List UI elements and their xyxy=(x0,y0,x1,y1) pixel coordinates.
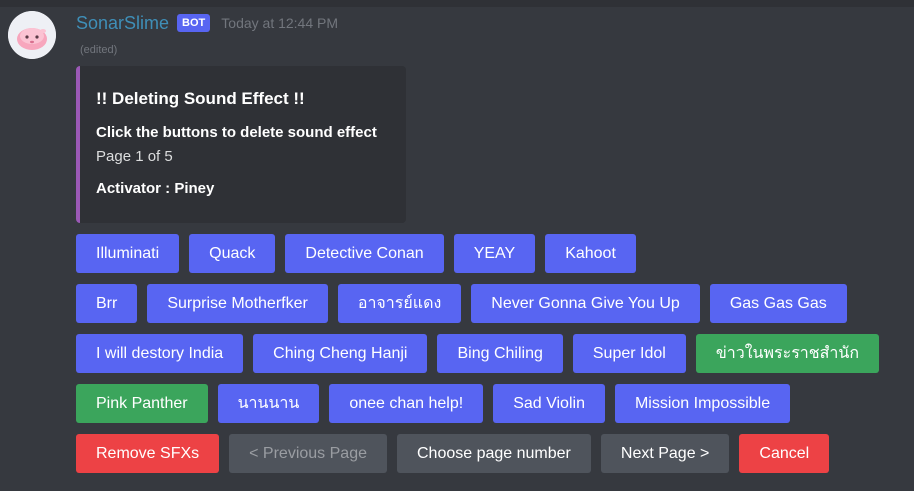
embed-title: !! Deleting Sound Effect !! xyxy=(96,89,305,108)
username[interactable]: SonarSlime xyxy=(76,13,169,34)
pink-slime-avatar-icon xyxy=(8,11,56,59)
sfx-button-brr[interactable]: Brr xyxy=(76,284,138,323)
sfx-button-mission-impossible[interactable]: Mission Impossible xyxy=(614,384,791,423)
button-row-2: Brr Surprise Motherfker อาจารย์แดง Never… xyxy=(76,284,847,323)
sfx-button-quack[interactable]: Quack xyxy=(189,234,276,273)
sfx-button-onee-chan[interactable]: onee chan help! xyxy=(329,384,484,423)
sfx-button-ching-cheng-hanji[interactable]: Ching Cheng Hanji xyxy=(253,334,428,373)
message-header: SonarSlime BOT Today at 12:44 PM xyxy=(76,11,338,35)
next-page-button[interactable]: Next Page > xyxy=(600,434,730,473)
sfx-button-detective-conan[interactable]: Detective Conan xyxy=(285,234,444,273)
previous-page-button[interactable]: < Previous Page xyxy=(229,434,387,473)
remove-sfxs-button[interactable]: Remove SFXs xyxy=(76,434,220,473)
embed-field-value: Page 1 of 5 xyxy=(96,148,173,165)
embed: !! Deleting Sound Effect !! Click the bu… xyxy=(76,66,406,223)
sfx-button-bing-chiling[interactable]: Bing Chiling xyxy=(437,334,563,373)
embed-activator: Activator : Piney xyxy=(96,180,215,197)
sfx-button-destory-india[interactable]: I will destory India xyxy=(76,334,244,373)
button-row-5: Remove SFXs < Previous Page Choose page … xyxy=(76,434,830,473)
sfx-button-naan-naan[interactable]: นานนาน xyxy=(217,384,320,423)
sfx-button-illuminati[interactable]: Illuminati xyxy=(76,234,180,273)
sfx-button-super-idol[interactable]: Super Idol xyxy=(572,334,686,373)
top-divider-strip xyxy=(0,0,914,7)
button-row-1: Illuminati Quack Detective Conan YEAY Ka… xyxy=(76,234,636,273)
sfx-button-kahoot[interactable]: Kahoot xyxy=(545,234,636,273)
bot-tag: BOT xyxy=(177,14,211,32)
button-row-3: I will destory India Ching Cheng Hanji B… xyxy=(76,334,880,373)
edited-label: (edited) xyxy=(80,44,118,56)
button-row-4: Pink Panther นานนาน onee chan help! Sad … xyxy=(76,384,791,423)
sfx-button-surprise[interactable]: Surprise Motherfker xyxy=(147,284,328,323)
sfx-button-ajarn-daeng[interactable]: อาจารย์แดง xyxy=(337,284,462,323)
sfx-button-pink-panther[interactable]: Pink Panther xyxy=(76,384,208,423)
sfx-button-yeay[interactable]: YEAY xyxy=(453,234,536,273)
choose-page-number-button[interactable]: Choose page number xyxy=(397,434,591,473)
sfx-button-royal-news[interactable]: ข่าวในพระราชสำนัก xyxy=(695,334,880,373)
sfx-button-never-gonna[interactable]: Never Gonna Give You Up xyxy=(471,284,700,323)
sfx-button-gas-gas-gas[interactable]: Gas Gas Gas xyxy=(709,284,847,323)
timestamp: Today at 12:44 PM xyxy=(221,15,339,31)
sfx-button-sad-violin[interactable]: Sad Violin xyxy=(493,384,605,423)
embed-field-name: Click the buttons to delete sound effect xyxy=(96,124,377,141)
avatar[interactable] xyxy=(8,11,56,59)
cancel-button[interactable]: Cancel xyxy=(739,434,830,473)
